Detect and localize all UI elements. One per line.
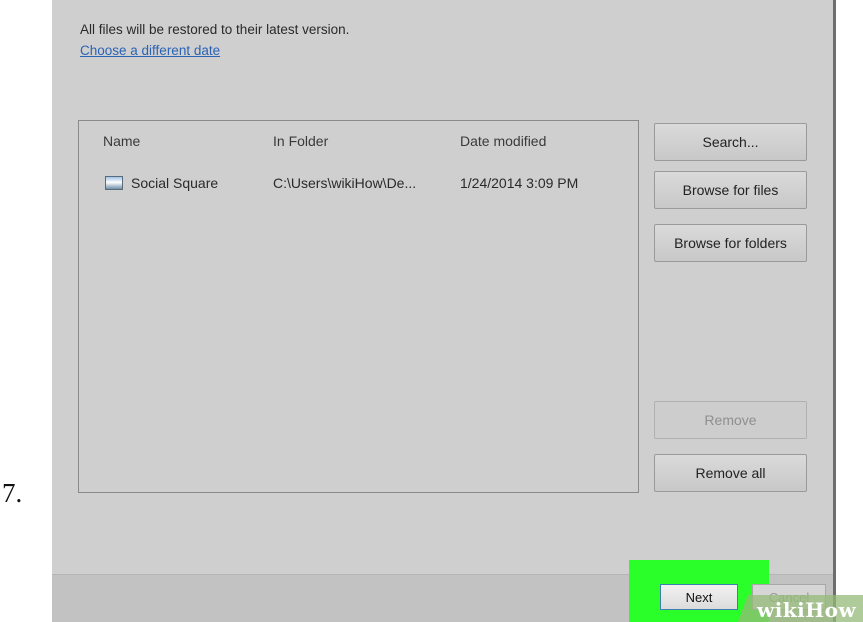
browse-files-button[interactable]: Browse for files xyxy=(654,171,807,209)
wikihow-watermark-text: wikiHow xyxy=(757,598,857,622)
column-header-date[interactable]: Date modified xyxy=(460,133,546,149)
remove-button[interactable]: Remove xyxy=(654,401,807,439)
column-header-name[interactable]: Name xyxy=(103,133,140,149)
image-file-icon xyxy=(105,176,123,190)
browse-folders-button[interactable]: Browse for folders xyxy=(654,224,807,262)
file-row-date[interactable]: 1/24/2014 3:09 PM xyxy=(460,175,578,191)
remove-all-button[interactable]: Remove all xyxy=(654,454,807,492)
file-row-folder[interactable]: C:\Users\wikiHow\De... xyxy=(273,175,416,191)
file-row-name[interactable]: Social Square xyxy=(131,175,218,191)
file-list[interactable]: Name In Folder Date modified Social Squa… xyxy=(78,120,639,493)
search-button[interactable]: Search... xyxy=(654,123,807,161)
page-margin xyxy=(836,0,863,622)
next-button[interactable]: Next xyxy=(660,584,738,610)
intro-text: All files will be restored to their late… xyxy=(80,22,350,37)
step-number: 7. xyxy=(2,478,23,508)
choose-date-link[interactable]: Choose a different date xyxy=(80,43,220,58)
column-header-folder[interactable]: In Folder xyxy=(273,133,328,149)
